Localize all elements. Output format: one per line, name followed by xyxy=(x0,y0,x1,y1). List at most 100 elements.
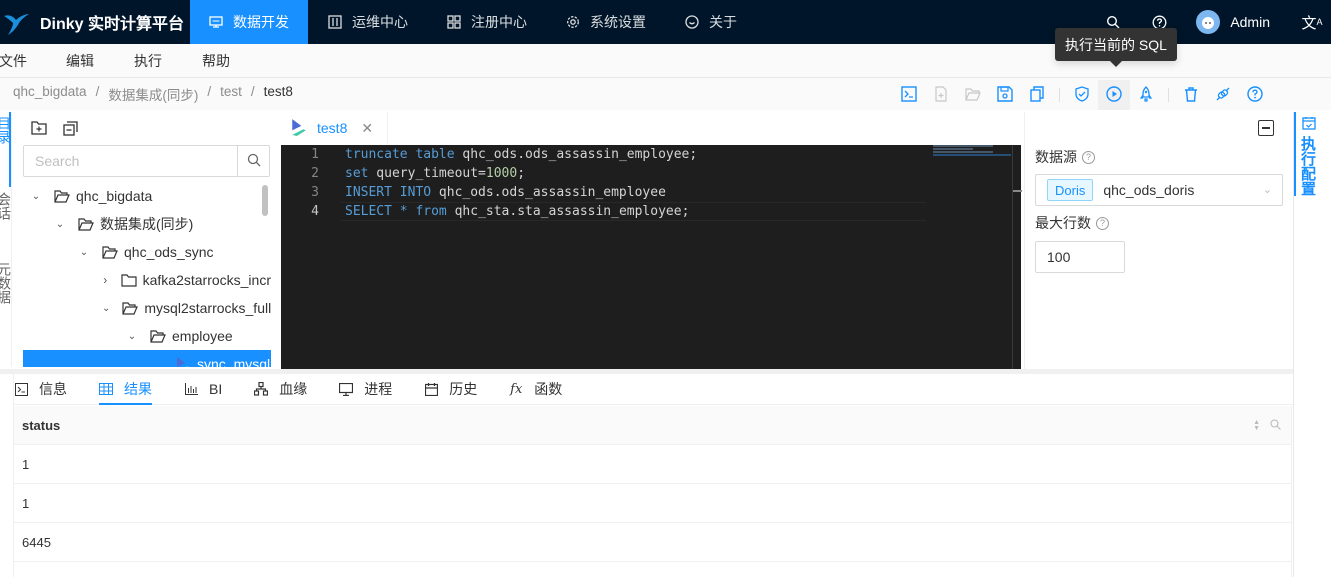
search-button[interactable] xyxy=(237,146,269,176)
nav-ops-center[interactable]: 运维中心 xyxy=(309,0,427,44)
api-button[interactable] xyxy=(1207,80,1239,110)
rail-tab-catalog[interactable]: 目录 xyxy=(0,116,11,147)
tree-node-selected[interactable]: sync_mysql2 xyxy=(23,350,271,367)
rail-tab-exec-config[interactable]: 执行配置 xyxy=(1301,116,1317,197)
editor-tab[interactable]: test8 ✕ xyxy=(281,112,388,144)
breadcrumb-separator: / xyxy=(250,84,255,99)
help-button[interactable] xyxy=(1239,80,1271,110)
tab-lineage[interactable]: 血缘 xyxy=(254,374,307,405)
editor-toolbar xyxy=(893,80,1271,110)
delete-icon xyxy=(1183,86,1199,105)
tree-node[interactable]: ⌄ 数据集成(同步) xyxy=(23,210,271,238)
line-number: 1 xyxy=(311,147,319,162)
folder-open-icon xyxy=(54,189,70,203)
save-button[interactable] xyxy=(989,80,1021,110)
collapse-all-icon[interactable] xyxy=(62,120,78,136)
menu-help[interactable]: 帮助 xyxy=(202,51,230,71)
schedule-icon xyxy=(1301,116,1317,133)
rail-active-indicator xyxy=(1294,112,1296,196)
results-panel: 信息 结果 BI 血缘 进程 历史 fx 函数 status ▲ ▼ 1 1 644… xyxy=(13,374,1293,577)
chevron-down-icon[interactable]: ⌄ xyxy=(126,331,138,342)
tree-node[interactable]: › kafka2starrocks_incr xyxy=(23,266,271,294)
translate-icon[interactable]: 文A xyxy=(1301,13,1322,32)
chevron-right-icon[interactable]: › xyxy=(102,273,109,287)
max-rows-input[interactable] xyxy=(1035,241,1125,273)
question-circle-icon[interactable]: ? xyxy=(1082,150,1095,164)
tree-node[interactable]: ⌄ mysql2starrocks_full xyxy=(23,294,271,322)
publish-button[interactable] xyxy=(1130,80,1162,110)
nav-settings[interactable]: 系统设置 xyxy=(547,0,665,44)
code-minimap[interactable] xyxy=(933,145,1011,156)
code-editor[interactable]: 1 truncate table qhc_ods.ods_assassin_emp… xyxy=(281,145,1022,369)
function-icon: fx xyxy=(510,381,523,397)
menu-execute[interactable]: 执行 xyxy=(134,51,162,71)
chevron-down-icon[interactable]: ⌄ xyxy=(54,219,66,230)
chevron-down-icon[interactable]: ⌄ xyxy=(102,303,110,314)
nav-about[interactable]: 关于 xyxy=(666,0,756,44)
breadcrumb-item[interactable]: 数据集成(同步) xyxy=(108,84,198,104)
rail-tab-metadata[interactable]: 元数据 xyxy=(0,262,11,307)
toolbar-divider xyxy=(1168,88,1169,102)
api-icon xyxy=(1215,86,1231,105)
add-folder-icon[interactable] xyxy=(31,120,47,136)
tree-node[interactable]: ⌄ qhc_bigdata xyxy=(23,182,271,210)
datasource-label: 数据源? xyxy=(1035,147,1095,167)
close-icon[interactable]: ✕ xyxy=(361,120,373,137)
tab-process[interactable]: 进程 xyxy=(339,374,392,405)
tab-result[interactable]: 结果 xyxy=(99,374,152,405)
editor-scrollbar[interactable] xyxy=(1012,145,1022,369)
datasource-select[interactable]: Doris qhc_ods_doris ⌄ xyxy=(1035,174,1283,206)
scroll-thumb[interactable] xyxy=(1013,190,1022,192)
tab-bi[interactable]: BI xyxy=(184,374,222,405)
breadcrumb-item[interactable]: qhc_bigdata xyxy=(13,84,87,104)
folder-open-icon xyxy=(78,217,94,231)
tree-node[interactable]: ⌄ qhc_ods_sync xyxy=(23,238,271,266)
collapse-panel-icon[interactable] xyxy=(1258,120,1274,136)
tree-node-label: qhc_ods_sync xyxy=(124,244,214,260)
table-cell: 6445 xyxy=(22,534,51,550)
results-tabs: 信息 结果 BI 血缘 进程 历史 fx 函数 xyxy=(14,374,1293,405)
chevron-down-icon[interactable]: ⌄ xyxy=(78,247,90,258)
doris-file-icon xyxy=(175,356,191,367)
line-number: 2 xyxy=(311,166,319,181)
current-line-highlight xyxy=(341,202,926,221)
delete-button[interactable] xyxy=(1175,80,1207,110)
user-menu[interactable]: Admin xyxy=(1196,10,1270,34)
nav-label: 关于 xyxy=(709,14,737,30)
chevron-down-icon[interactable]: ⌄ xyxy=(30,191,42,202)
tab-functions[interactable]: fx 函数 xyxy=(509,374,562,405)
breadcrumb-item[interactable]: test xyxy=(220,84,242,104)
copy-button[interactable] xyxy=(1021,80,1053,110)
new-file-button[interactable] xyxy=(925,80,957,110)
nav-registry[interactable]: 注册中心 xyxy=(428,0,546,44)
nav-label: 运维中心 xyxy=(352,14,408,30)
tab-info[interactable]: 信息 xyxy=(14,374,67,405)
check-button[interactable] xyxy=(1066,80,1098,110)
desktop-icon xyxy=(339,382,354,396)
tab-history[interactable]: 历史 xyxy=(424,374,477,405)
search-input[interactable] xyxy=(24,146,237,176)
tree-node-label: 数据集成(同步) xyxy=(100,216,194,232)
question-circle-icon[interactable]: ? xyxy=(1096,216,1109,230)
code-icon xyxy=(14,382,28,396)
rail-tab-session[interactable]: 会话 xyxy=(0,192,11,223)
filter-search-icon[interactable] xyxy=(1270,418,1281,433)
console-button[interactable] xyxy=(893,80,925,110)
execute-button[interactable] xyxy=(1098,80,1130,110)
smile-icon xyxy=(685,15,699,29)
dinky-logo xyxy=(2,7,32,37)
datasource-value: qhc_ods_doris xyxy=(1103,182,1195,198)
tree-node-label: employee xyxy=(172,328,233,344)
menu-file[interactable]: 文件 xyxy=(0,51,27,71)
menu-edit[interactable]: 编辑 xyxy=(66,51,94,71)
open-button[interactable] xyxy=(957,80,989,110)
line-number: 3 xyxy=(311,185,319,200)
nav-data-dev[interactable]: 数据开发 xyxy=(190,0,308,44)
sort-icon[interactable]: ▲ ▼ xyxy=(1253,419,1260,432)
check-icon xyxy=(1074,85,1090,105)
max-rows-label: 最大行数? xyxy=(1035,213,1109,233)
tree-scrollbar[interactable] xyxy=(262,185,268,216)
tree-node[interactable]: ⌄ employee xyxy=(23,322,271,350)
line-text: INSERT INTO qhc_ods.ods_assassin_employe… xyxy=(345,185,666,200)
appstore-icon xyxy=(447,15,461,29)
